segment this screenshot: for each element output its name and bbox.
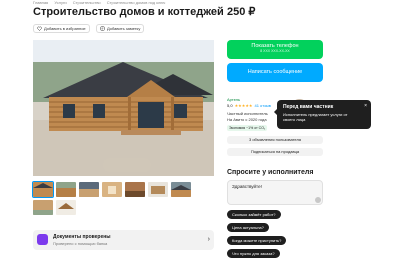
thumbnail[interactable] [125, 182, 145, 197]
phone-masked: 8 ХХХ ХХХ-ХХ-ХХ [260, 49, 290, 53]
price: 250 ₽ [227, 6, 256, 18]
chevron-right-icon: › [207, 236, 210, 243]
seller-kind: Частный исполнитель [227, 111, 268, 116]
heart-icon [37, 26, 42, 31]
message-input[interactable]: Здравствуйте! [227, 180, 323, 205]
quick-question-button[interactable]: Что нужно для заказа? [227, 249, 280, 258]
close-icon[interactable]: × [364, 103, 367, 109]
quick-question-button[interactable]: Когда можете приступить? [227, 236, 287, 245]
note-icon [100, 26, 105, 31]
documents-verified-banner[interactable]: Документы проверены Проверено с помощью … [33, 230, 214, 250]
quick-question-button[interactable]: Цена актуальна? [227, 223, 269, 232]
rating-stars: ★★★★★ [234, 103, 253, 108]
ask-title: Спросите у исполнителя [227, 169, 314, 176]
eco-badge: Экономия ~1% от CO₂ [227, 125, 268, 131]
photo-thumbnails [32, 181, 214, 218]
seller-name[interactable]: Артель [227, 97, 240, 102]
page-title: Строительство домов и коттеджей [33, 6, 224, 18]
thumbnail[interactable] [33, 200, 53, 215]
add-note-label: Добавить заметку [107, 26, 141, 31]
rating-value: 5,0 [227, 103, 233, 108]
reviews-link[interactable]: 41 отзыв [255, 103, 271, 108]
thumbnail[interactable] [148, 182, 168, 197]
thumbnail[interactable] [32, 181, 54, 198]
tooltip-text: Исполнитель предлагает услуги от своего … [283, 112, 348, 122]
subscribe-button[interactable]: Подписаться на продавца [227, 148, 323, 156]
documents-subtitle: Проверено с помощью банка [53, 241, 108, 246]
breadcrumb-item[interactable]: Строительство [73, 0, 101, 5]
thumbnail[interactable] [56, 182, 76, 197]
add-favorite-label: Добавить в избранное [44, 26, 86, 31]
more-listings-button[interactable]: 3 объявления пользователя [227, 136, 323, 144]
add-favorite-button[interactable]: Добавить в избранное [33, 24, 90, 33]
thumbnail[interactable] [102, 182, 122, 197]
tooltip-title: Перед вами частник [283, 104, 334, 110]
send-icon[interactable] [315, 197, 321, 203]
quick-question-button[interactable]: Сколько займёт работ? [227, 210, 281, 219]
private-seller-tooltip: Перед вами частник Исполнитель предлагае… [274, 100, 371, 129]
write-message-button[interactable]: Написать сообщение [227, 63, 323, 82]
documents-title: Документы проверены [53, 234, 111, 240]
show-phone-button[interactable]: Показать телефон 8 ХХХ ХХХ-ХХ-ХХ [227, 40, 323, 59]
add-note-button[interactable]: Добавить заметку [96, 24, 145, 33]
main-photo[interactable] [33, 40, 214, 176]
thumbnail[interactable] [56, 200, 76, 215]
house-photo [33, 40, 214, 176]
thumbnail[interactable] [171, 182, 191, 197]
document-check-icon [37, 234, 48, 245]
seller-since: На Авито с 2020 года [227, 117, 267, 122]
thumbnail[interactable] [79, 182, 99, 197]
breadcrumb-item[interactable]: Главная [33, 0, 48, 5]
breadcrumb-item[interactable]: Строительство домов под ключ [107, 0, 166, 5]
breadcrumb: Главная Услуги Строительство Строительст… [33, 0, 170, 5]
seller-rating: 5,0 ★★★★★ 41 отзыв [227, 103, 271, 108]
breadcrumb-item[interactable]: Услуги [54, 0, 66, 5]
tooltip-arrow [274, 109, 277, 115]
